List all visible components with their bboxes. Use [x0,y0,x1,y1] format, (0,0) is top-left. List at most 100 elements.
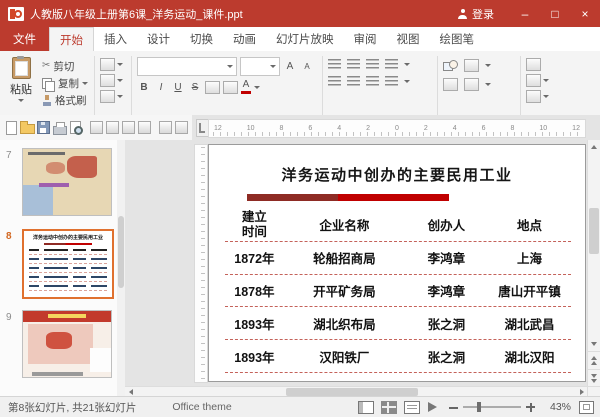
slideshow-button[interactable] [427,402,437,413]
slide-table[interactable]: 建立时间 企业名称 创办人 地点 1872年 轮船招商局 李鸿章 上海 1878… [225,209,571,373]
select-button[interactable] [526,90,560,103]
tab-view[interactable]: 视图 [387,27,430,51]
slide-9-thumbnail[interactable] [22,310,112,378]
format-painter-button[interactable]: 格式刷 [39,92,91,108]
insert-chart-button[interactable] [174,119,189,136]
vertical-scrollbar[interactable] [587,140,600,387]
tab-insert[interactable]: 插入 [94,27,137,51]
slide-7-thumbnail[interactable] [22,148,112,216]
header-cell: 创办人 [405,215,488,234]
shapes-button[interactable] [443,60,458,71]
layout-button[interactable] [100,74,126,87]
tab-drawing-pen[interactable]: 绘图笔 [430,27,485,51]
zoom-out-button[interactable] [449,403,458,412]
justify-button[interactable] [385,76,398,87]
quick-styles-button[interactable] [443,78,458,91]
print-button[interactable] [52,119,67,136]
theme-status: Office theme [172,401,231,413]
normal-view-button[interactable] [358,401,374,414]
shape-fill-button[interactable] [464,78,479,91]
slide-sorter-view-button[interactable] [381,401,397,414]
table-row[interactable]: 1893年 汉阳铁厂 张之洞 湖北汉阳 [225,340,571,373]
tab-design[interactable]: 设计 [137,27,180,51]
title-underline-bar[interactable] [247,194,449,201]
table-header-row[interactable]: 建立时间 企业名称 创办人 地点 [225,209,571,242]
scrollbar-track[interactable] [588,154,600,337]
find-toolbar-button[interactable] [137,119,152,136]
align-left-button[interactable] [328,76,341,87]
cut-label: 剪切 [53,59,74,74]
italic-button[interactable]: I [154,80,168,94]
print-preview-button[interactable] [68,119,83,136]
next-slide-button[interactable] [588,369,600,387]
table-row[interactable]: 1878年 开平矿务局 李鸿章 唐山开平镇 [225,275,571,308]
character-spacing-button[interactable] [223,81,238,94]
tab-transitions[interactable]: 切换 [180,27,223,51]
paste-button[interactable]: 粘贴 [3,54,39,118]
login-button[interactable]: 登录 [458,6,494,22]
bold-button[interactable]: B [137,80,151,94]
bullets-button[interactable] [328,59,341,70]
open-button[interactable] [20,119,35,136]
section-button[interactable] [100,90,126,103]
table-row[interactable]: 1872年 轮船招商局 李鸿章 上海 [225,242,571,275]
table-row[interactable]: 1893年 湖北织布局 张之洞 湖北武昌 [225,307,571,340]
save-button[interactable] [36,119,51,136]
font-size-combobox[interactable] [240,57,280,76]
maximize-button[interactable]: □ [540,0,570,27]
strikethrough-button[interactable]: S [188,80,202,94]
zoom-percentage[interactable]: 43% [541,401,571,413]
increase-indent-button[interactable] [385,59,398,70]
close-button[interactable]: × [570,0,600,27]
format-painter-icon [42,95,52,106]
arrange-button[interactable] [464,59,479,72]
hscrollbar-thumb[interactable] [286,388,418,396]
copy-button[interactable]: 复制 [39,75,91,91]
fit-slide-to-window-button[interactable] [579,401,594,414]
cut-button[interactable]: ✂ 剪切 [39,58,91,74]
vertical-ruler[interactable] [194,144,208,383]
undo-button[interactable] [105,119,120,136]
font-color-button[interactable]: A [241,80,251,94]
zoom-in-button[interactable] [526,403,535,412]
horizontal-ruler[interactable]: 12 10 8 6 4 2 0 2 4 6 8 10 12 [208,119,586,138]
slide-8-thumbnail[interactable]: 洋务运动中创办的主要民用工业 [22,229,114,299]
numbering-button[interactable] [347,59,360,70]
minimize-button[interactable]: – [510,0,540,27]
tab-file[interactable]: 文件 [0,27,49,51]
slide-8-preview: 洋务运动中创办的主要民用工业 [24,231,112,297]
tab-review[interactable]: 审阅 [344,27,387,51]
align-center-button[interactable] [347,76,360,87]
slide-canvas[interactable]: 洋务运动中创办的主要民用工业 建立时间 企业名称 创办人 地点 1872年 轮船… [208,144,586,382]
new-slide-button[interactable] [100,58,126,71]
grow-font-button[interactable]: A [283,60,297,74]
find-button[interactable] [526,58,560,71]
spell-check-button[interactable] [89,119,104,136]
slide-9-item: 9 [0,310,117,391]
tab-animations[interactable]: 动画 [223,27,266,51]
scroll-down-button[interactable] [588,337,600,351]
zoom-slider-thumb[interactable] [477,402,481,412]
text-shadow-button[interactable] [205,81,220,94]
shrink-font-button[interactable]: A [300,60,314,74]
group-divider [322,56,323,116]
slide-thumbnails-panel: 7 8 洋务运动中创办的主要民用工业 [0,140,117,397]
scrollbar-thumb[interactable] [589,208,599,254]
replace-button[interactable] [526,74,560,87]
scroll-up-button[interactable] [588,140,600,154]
redo-button[interactable] [121,119,136,136]
tab-slideshow[interactable]: 幻灯片放映 [266,27,344,51]
ruler-mark: 4 [337,125,341,132]
previous-slide-button[interactable] [588,351,600,369]
underline-button[interactable]: U [171,80,185,94]
decrease-indent-button[interactable] [366,59,379,70]
align-right-button[interactable] [366,76,379,87]
new-file-button[interactable] [4,119,19,136]
reading-view-button[interactable] [404,401,420,414]
slide-title[interactable]: 洋务运动中创办的主要民用工业 [209,164,585,185]
tab-home[interactable]: 开始 [49,27,94,52]
font-family-combobox[interactable] [137,57,237,76]
zoom-slider[interactable] [463,402,521,412]
insert-table-button[interactable] [158,119,173,136]
panel-scrollbar-thumb[interactable] [118,216,124,288]
